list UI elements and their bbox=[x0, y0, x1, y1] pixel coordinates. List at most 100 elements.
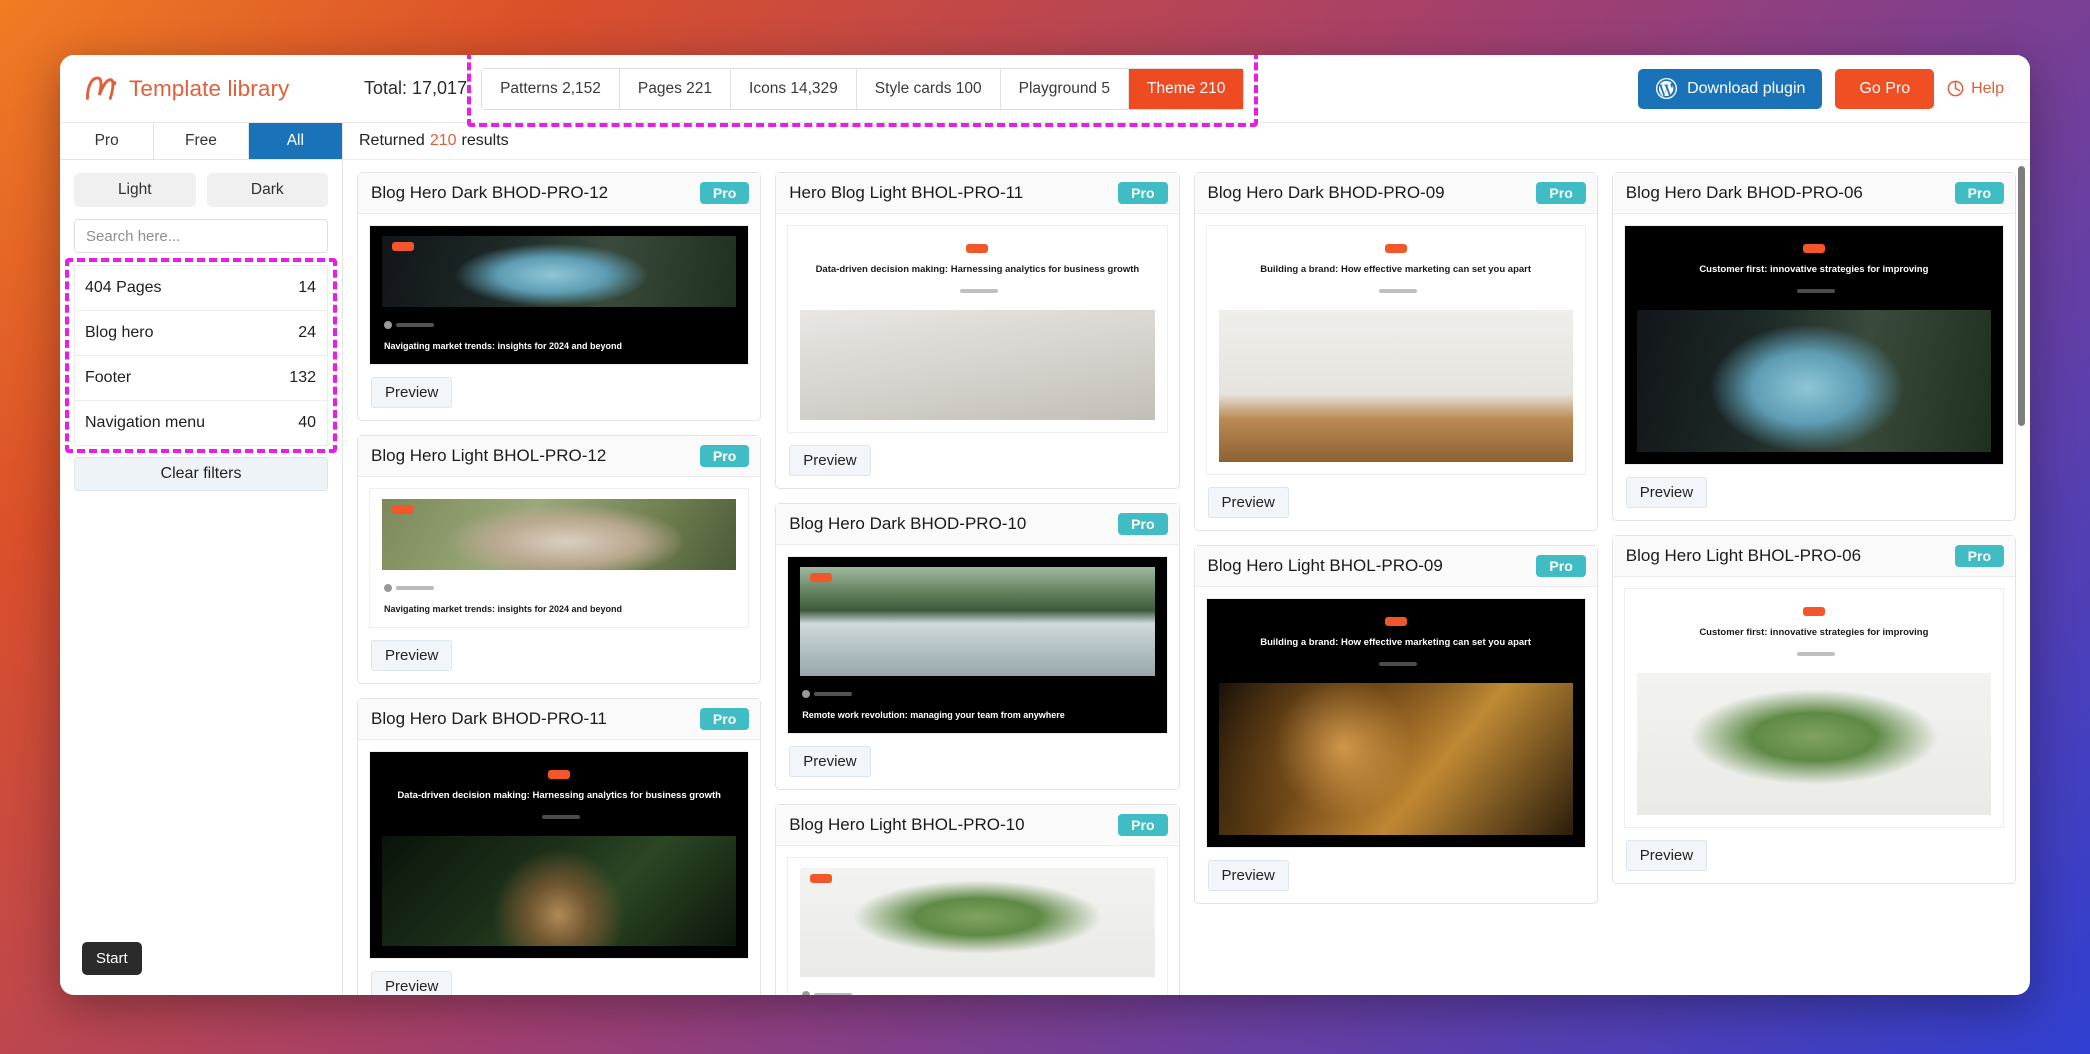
card-title: Blog Hero Dark BHOD-PRO-11 bbox=[371, 709, 607, 728]
filter-row-footer[interactable]: Footer 132 bbox=[75, 356, 327, 401]
card-footer: Preview bbox=[358, 365, 760, 420]
help-link[interactable]: Help bbox=[1947, 80, 2008, 98]
template-card[interactable]: Blog Hero Light BHOL-PRO-09 Pro Building a… bbox=[1193, 545, 1598, 904]
template-library-window: Template library Total: 17,017 Patterns … bbox=[60, 55, 2030, 995]
hero-byline bbox=[802, 986, 1152, 995]
theme-pill-light[interactable]: Light bbox=[74, 173, 196, 207]
preview-button[interactable]: Preview bbox=[371, 377, 453, 408]
hero-byline-placeholder bbox=[1796, 651, 1835, 656]
filter-count: 14 bbox=[298, 279, 316, 296]
card-body: Navigating market trends: insights for 2… bbox=[358, 214, 760, 365]
filter-row-navigation-menu[interactable]: Navigation menu 40 bbox=[75, 401, 327, 446]
tab-pages-221[interactable]: Pages 221 bbox=[619, 68, 732, 109]
hero-photo-image bbox=[382, 236, 737, 307]
tab-style-cards-100[interactable]: Style cards 100 bbox=[856, 68, 1001, 109]
hero-photo bbox=[1218, 682, 1573, 835]
card-header: Blog Hero Light BHOL-PRO-12 Pro bbox=[358, 436, 761, 477]
segment-all[interactable]: All bbox=[248, 123, 342, 159]
hero-byline-placeholder bbox=[396, 322, 434, 327]
template-card[interactable]: Blog Hero Dark BHOD-PRO-06 Pro Customer fi… bbox=[1611, 172, 2016, 521]
category-filter-group: 404 Pages 14 Blog hero 24 Footer 132 Navigatio… bbox=[65, 258, 337, 453]
hero-category-tag bbox=[810, 874, 833, 883]
hero-avatar-icon bbox=[802, 689, 811, 698]
template-card[interactable]: Blog Hero Light BHOL-PRO-12 Pro Navigating… bbox=[357, 435, 762, 684]
card-body: Customer first: innovative strategies fo… bbox=[1613, 214, 2015, 465]
pro-badge: Pro bbox=[1118, 814, 1168, 836]
scrollbar-thumb[interactable] bbox=[2018, 166, 2025, 426]
tab-label: Patterns 2,152 bbox=[500, 79, 601, 97]
template-card[interactable]: Blog Hero Light BHOL-PRO-06 Pro Customer f… bbox=[1611, 535, 2016, 884]
hero-photo-image bbox=[800, 567, 1155, 676]
preview-label: Preview bbox=[385, 384, 439, 401]
hero-heading: Remote work revolution: managing your te… bbox=[802, 709, 1065, 720]
hero-photo bbox=[382, 499, 737, 570]
filter-row-404-pages[interactable]: 404 Pages 14 bbox=[75, 266, 327, 311]
hero-byline-placeholder bbox=[1796, 288, 1835, 293]
tab-icons-14-329[interactable]: Icons 14,329 bbox=[731, 68, 857, 109]
hero-photo-image bbox=[382, 499, 737, 570]
filter-label: Navigation menu bbox=[85, 414, 206, 431]
hero-category-tag bbox=[548, 770, 571, 779]
preview-button[interactable]: Preview bbox=[1207, 487, 1289, 518]
card-body: Data-driven decision making: Harnessing … bbox=[776, 214, 1178, 433]
card-body: Remote work revolution: managing your te… bbox=[776, 545, 1178, 734]
template-card[interactable]: Blog Hero Dark BHOD-PRO-09 Pro Building a … bbox=[1193, 172, 1598, 531]
hero-byline bbox=[384, 579, 734, 597]
hero-heading: Building a brand: How effective marketin… bbox=[1260, 637, 1532, 648]
filter-label: 404 Pages bbox=[85, 279, 162, 296]
thumbnail-hero-preview: Customer first: innovative strategies fo… bbox=[1625, 226, 2003, 464]
segment-free[interactable]: Free bbox=[154, 123, 249, 159]
hero-photo-image bbox=[800, 868, 1155, 977]
template-card[interactable]: Blog Hero Light BHOL-PRO-10 Pro Remote wor… bbox=[775, 804, 1180, 995]
preview-button[interactable]: Preview bbox=[789, 445, 871, 476]
search-input[interactable] bbox=[74, 219, 328, 253]
template-card[interactable]: Blog Hero Dark BHOD-PRO-12 Pro Navigating … bbox=[357, 172, 762, 421]
results-summary: Returned 210 results bbox=[343, 123, 2030, 160]
results-prefix: Returned bbox=[359, 132, 425, 149]
preview-button[interactable]: Preview bbox=[1207, 860, 1289, 891]
hero-text-block: Navigating market trends: insights for 2… bbox=[370, 307, 748, 364]
go-pro-button[interactable]: Go Pro bbox=[1835, 68, 1935, 109]
card-thumbnail: Remote work revolution: managing your te… bbox=[787, 556, 1168, 734]
card-footer: Preview bbox=[776, 433, 1178, 488]
clear-filters-button[interactable]: Clear filters bbox=[74, 457, 328, 491]
topbar-actions: Download plugin Go Pro Help bbox=[1638, 68, 2008, 109]
template-card[interactable]: Blog Hero Dark BHOD-PRO-11 Pro Data-driven… bbox=[357, 698, 762, 995]
hero-heading: Navigating market trends: insights for 2… bbox=[384, 340, 623, 351]
template-grid-scroll[interactable]: Blog Hero Dark BHOD-PRO-12 Pro Navigating … bbox=[343, 160, 2030, 995]
segment-label: Pro bbox=[94, 132, 119, 149]
hero-photo bbox=[1636, 672, 1991, 815]
card-footer: Preview bbox=[776, 734, 1178, 789]
template-card[interactable]: Blog Hero Dark BHOD-PRO-10 Pro Remote work… bbox=[775, 503, 1180, 790]
card-title: Blog Hero Dark BHOD-PRO-12 bbox=[371, 183, 609, 202]
card-thumbnail: Customer first: innovative strategies fo… bbox=[1623, 588, 2004, 828]
tab-label: Playground 5 bbox=[1018, 79, 1110, 97]
hero-photo bbox=[800, 567, 1155, 676]
vertical-scrollbar[interactable] bbox=[2018, 166, 2025, 989]
filter-row-blog-hero[interactable]: Blog hero 24 bbox=[75, 311, 327, 356]
preview-button[interactable]: Preview bbox=[371, 971, 453, 995]
preview-button[interactable]: Preview bbox=[371, 640, 453, 671]
tab-patterns-2-152[interactable]: Patterns 2,152 bbox=[482, 68, 620, 109]
download-plugin-button[interactable]: Download plugin bbox=[1638, 68, 1823, 109]
segment-label: All bbox=[286, 132, 304, 149]
preview-button[interactable]: Preview bbox=[1625, 840, 1708, 871]
segment-pro[interactable]: Pro bbox=[60, 123, 155, 159]
preview-button[interactable]: Preview bbox=[1625, 477, 1708, 508]
theme-pill-dark[interactable]: Dark bbox=[206, 173, 328, 207]
thumbnail-hero-preview: Customer first: innovative strategies fo… bbox=[1625, 589, 2003, 827]
hero-byline-placeholder bbox=[1378, 661, 1417, 666]
card-title: Blog Hero Light BHOL-PRO-10 bbox=[789, 815, 1025, 834]
tab-theme-210[interactable]: Theme 210 bbox=[1128, 68, 1244, 109]
card-title: Blog Hero Light BHOL-PRO-06 bbox=[1625, 546, 1862, 565]
pro-badge: Pro bbox=[699, 445, 750, 467]
total-count-label: Total: 17,017 bbox=[364, 78, 468, 98]
start-button[interactable]: Start bbox=[82, 942, 142, 975]
preview-button[interactable]: Preview bbox=[789, 746, 871, 777]
hero-category-tag bbox=[392, 505, 414, 514]
card-title: Blog Hero Dark BHOD-PRO-10 bbox=[789, 514, 1027, 533]
template-card[interactable]: Hero Blog Light BHOL-PRO-11 Pro Data-drive… bbox=[775, 172, 1180, 489]
tab-playground-5[interactable]: Playground 5 bbox=[1000, 68, 1129, 109]
tab-label: Pages 221 bbox=[637, 79, 713, 97]
card-header: Hero Blog Light BHOL-PRO-11 Pro bbox=[776, 173, 1179, 214]
